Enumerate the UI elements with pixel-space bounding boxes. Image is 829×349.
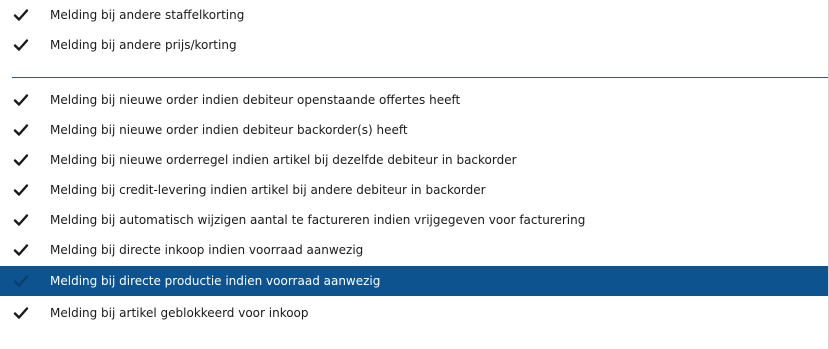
checkmark-icon	[13, 93, 29, 107]
menu-item-label: Melding bij directe inkoop indien voorra…	[50, 243, 364, 257]
menu-item-staffelkorting[interactable]: Melding bij andere staffelkorting	[0, 0, 828, 30]
menu-item-automatisch-wijzigen[interactable]: Melding bij automatisch wijzigen aantal …	[0, 205, 828, 235]
menu-item-label: Melding bij nieuwe orderregel indien art…	[50, 153, 517, 167]
checkmark-icon	[13, 213, 29, 227]
checkmark-icon	[13, 306, 29, 320]
menu-item-prijs-korting[interactable]: Melding bij andere prijs/korting	[0, 30, 828, 60]
menu-item-orderregel-backorder[interactable]: Melding bij nieuwe orderregel indien art…	[0, 145, 828, 175]
context-menu: Melding bij andere staffelkorting Meldin…	[0, 0, 829, 349]
checkmark-icon	[13, 38, 29, 52]
menu-item-directe-productie[interactable]: Melding bij directe productie indien voo…	[0, 266, 828, 296]
checkmark-icon	[13, 274, 29, 288]
menu-item-directe-inkoop[interactable]: Melding bij directe inkoop indien voorra…	[0, 235, 828, 265]
menu-item-label: Melding bij nieuwe order indien debiteur…	[50, 123, 408, 137]
menu-item-label: Melding bij artikel geblokkeerd voor ink…	[50, 306, 309, 320]
menu-item-label: Melding bij andere staffelkorting	[50, 8, 245, 22]
menu-item-label: Melding bij directe productie indien voo…	[50, 274, 381, 288]
checkmark-icon	[13, 153, 29, 167]
checkmark-icon	[13, 123, 29, 137]
menu-item-geblokkeerd-inkoop[interactable]: Melding bij artikel geblokkeerd voor ink…	[0, 298, 828, 328]
menu-separator	[12, 77, 828, 78]
checkmark-icon	[13, 8, 29, 22]
menu-item-label: Melding bij andere prijs/korting	[50, 38, 237, 52]
menu-item-credit-levering[interactable]: Melding bij credit-levering indien artik…	[0, 175, 828, 205]
menu-item-label: Melding bij automatisch wijzigen aantal …	[50, 213, 586, 227]
checkmark-icon	[13, 183, 29, 197]
checkmark-icon	[13, 243, 29, 257]
menu-item-openstaande-offertes[interactable]: Melding bij nieuwe order indien debiteur…	[0, 85, 828, 115]
menu-item-label: Melding bij nieuwe order indien debiteur…	[50, 93, 461, 107]
menu-item-label: Melding bij credit-levering indien artik…	[50, 183, 486, 197]
menu-item-backorders[interactable]: Melding bij nieuwe order indien debiteur…	[0, 115, 828, 145]
